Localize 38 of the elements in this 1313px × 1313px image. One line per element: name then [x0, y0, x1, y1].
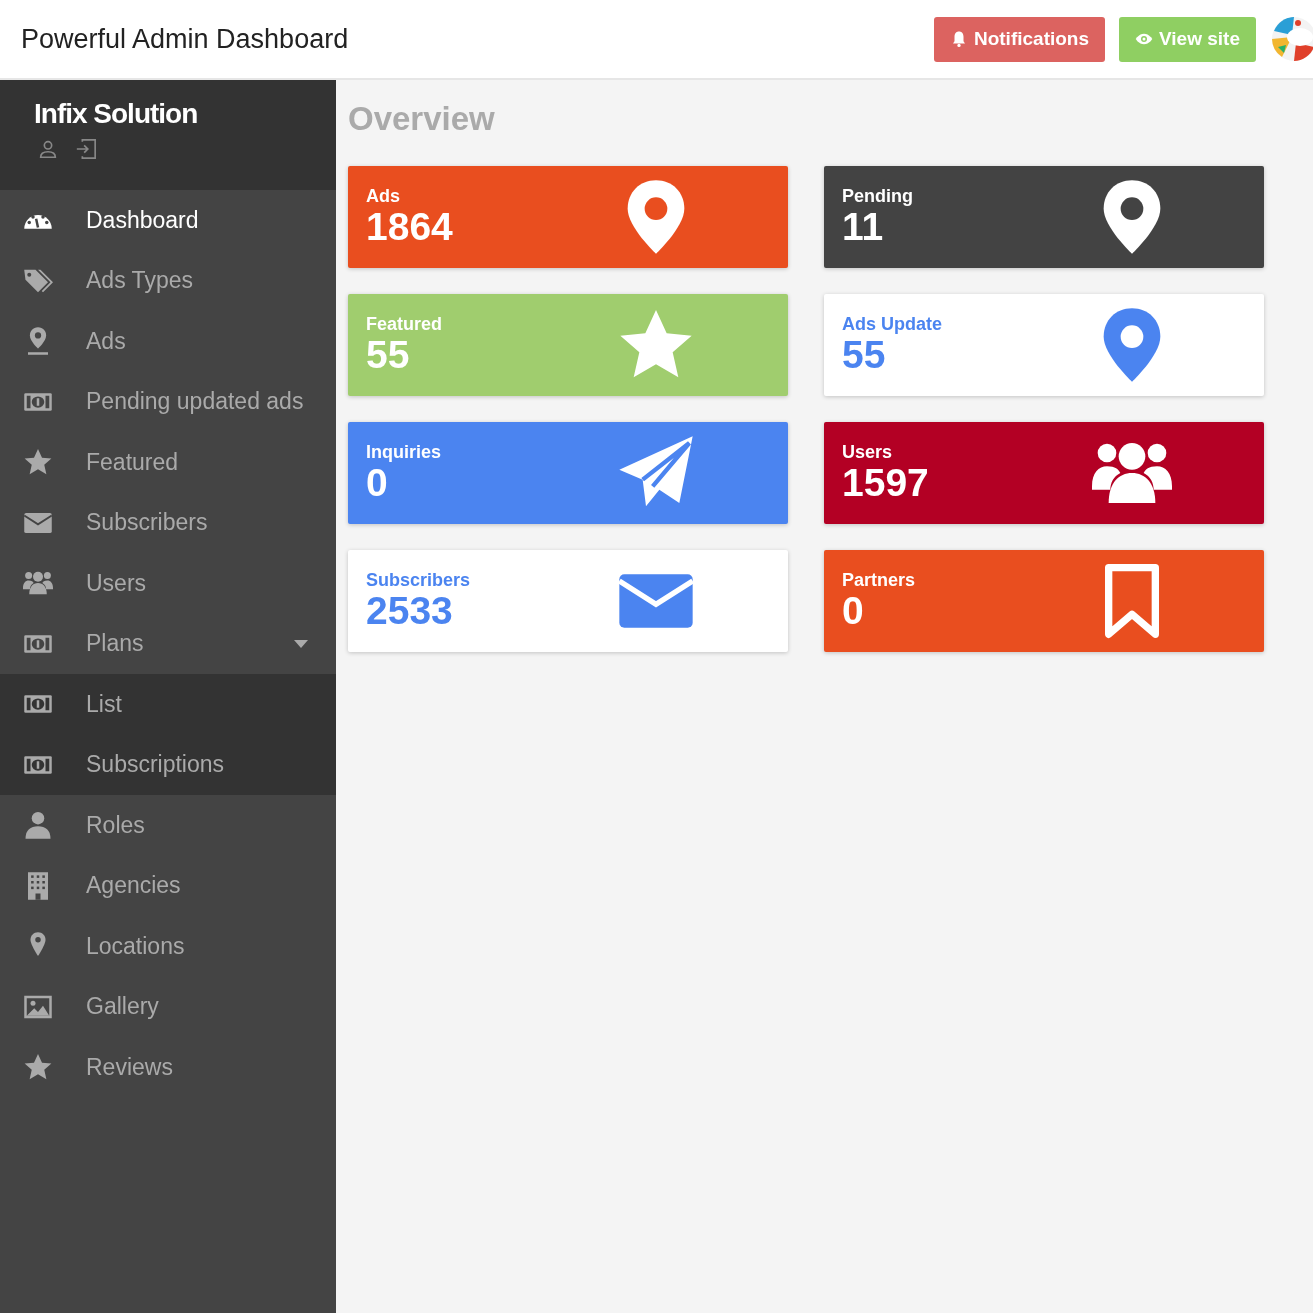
sidebar-item[interactable]: Dashboard	[0, 190, 336, 251]
sidebar-item[interactable]: Featured	[0, 432, 336, 493]
sidebar-item[interactable]: Subscribers	[0, 492, 336, 553]
sidebar-item[interactable]: Ads Types	[0, 250, 336, 311]
stat-value: 55	[366, 335, 411, 376]
stat-value: 1597	[842, 463, 930, 504]
stat-label: Subscribers	[366, 570, 472, 592]
profile-icon[interactable]	[37, 138, 59, 160]
sidebar-item[interactable]: Users	[0, 553, 336, 614]
sidebar-item[interactable]: Reviews	[0, 1037, 336, 1098]
stat-value: 0	[366, 463, 388, 504]
stat-value: 1864	[366, 207, 454, 248]
stat-label: Users	[842, 442, 894, 464]
stat-label: Ads	[366, 186, 401, 208]
stat-label: Partners	[842, 570, 917, 592]
sidebar-item[interactable]: Plans	[0, 613, 336, 674]
stat-label: Ads Update	[842, 314, 943, 336]
stat-value: 11	[842, 207, 884, 248]
stat-value: 0	[842, 591, 865, 632]
brand-name: Infix Solution	[34, 98, 199, 130]
page-title: Powerful Admin Dashboard	[21, 23, 350, 55]
stat-label: Featured	[366, 314, 444, 336]
sidebar-item[interactable]: Agencies	[0, 855, 336, 916]
section-title: Overview	[348, 100, 496, 138]
sidebar-item[interactable]: Ads	[0, 311, 336, 372]
stat-label: Inquiries	[366, 442, 442, 464]
stat-value: 2533	[366, 591, 454, 632]
sidebar-item[interactable]: Locations	[0, 916, 336, 977]
stat-label: Pending	[842, 186, 914, 208]
notifications-button[interactable]: Notifications	[933, 16, 1105, 62]
sidebar-item[interactable]: Gallery	[0, 976, 336, 1037]
sidebar-item[interactable]: Subscriptions	[0, 734, 336, 795]
sidebar-item[interactable]: List	[0, 674, 336, 735]
caret-down-icon	[294, 639, 308, 648]
sidebar-item[interactable]: Pending updated ads	[0, 371, 336, 432]
sidebar-item[interactable]: Roles	[0, 795, 336, 856]
logout-icon[interactable]	[75, 138, 97, 160]
stat-value: 55	[842, 335, 886, 376]
